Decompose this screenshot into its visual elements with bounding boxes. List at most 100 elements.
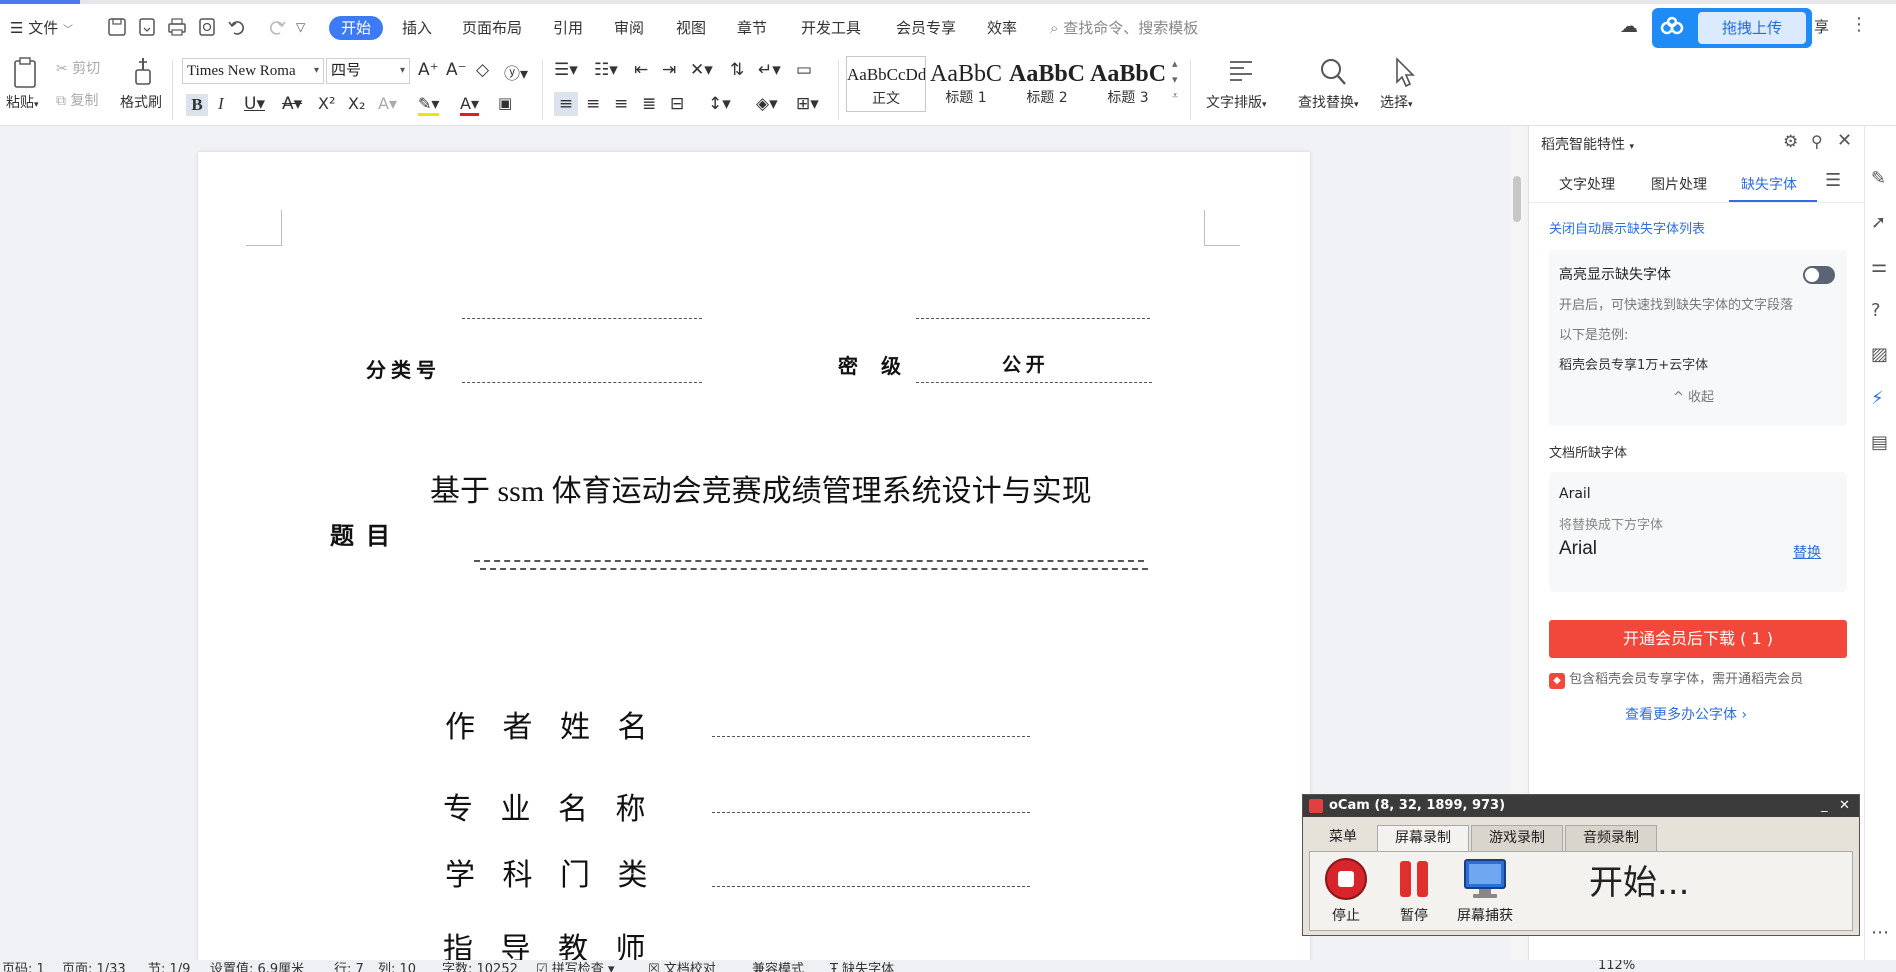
cut-button[interactable]: ✂ 剪切 xyxy=(56,58,100,78)
pin-icon[interactable]: ⚲ xyxy=(1811,132,1823,151)
tab-home[interactable]: 开始 xyxy=(329,16,384,40)
print-preview-icon[interactable] xyxy=(196,16,218,38)
print-icon[interactable] xyxy=(166,16,188,38)
close-icon[interactable]: ✕ xyxy=(1839,795,1850,817)
status-word-count[interactable]: 字数: 10252 xyxy=(442,960,518,972)
rail-more-icon[interactable]: ⋯ xyxy=(1871,922,1893,944)
select-cursor-icon[interactable] xyxy=(1390,56,1418,88)
style-heading-3[interactable]: AaBbC 标题 3 xyxy=(1090,56,1166,112)
ocam-tab-menu[interactable]: 菜单 xyxy=(1319,825,1367,851)
shading-icon[interactable]: ◈▾ xyxy=(756,94,778,114)
command-search[interactable]: ⌕ 查找命令、搜索模板 xyxy=(1050,16,1198,40)
numbered-list-icon[interactable]: ☷▾ xyxy=(594,60,618,80)
close-auto-list-link[interactable]: 关闭自动展示缺失字体列表 xyxy=(1549,218,1705,237)
decrease-indent-icon[interactable]: ⇤ xyxy=(634,60,648,80)
styles-scroll-icon[interactable]: ▴ ▾ ⩡ xyxy=(1172,56,1178,104)
pen-icon[interactable]: ✎ xyxy=(1871,168,1893,190)
tab-view[interactable]: 视图 xyxy=(676,16,706,40)
show-marks-icon[interactable]: ↵▾ xyxy=(758,60,781,80)
font-color-icon[interactable]: A▾ xyxy=(460,94,479,116)
style-heading-1[interactable]: AaBbC 标题 1 xyxy=(928,56,1004,112)
tab-page-layout[interactable]: 页面布局 xyxy=(462,16,522,40)
tab-developer[interactable]: 开发工具 xyxy=(801,16,861,40)
strikethrough-button[interactable]: A▾ xyxy=(282,94,302,114)
download-member-button[interactable]: 开通会员后下载 ( 1 ) xyxy=(1549,620,1847,658)
superscript-button[interactable]: X² xyxy=(318,94,335,113)
line-spacing-icon[interactable]: ↕▾ xyxy=(708,94,731,114)
upload-button[interactable]: 拖拽上传 xyxy=(1652,8,1812,48)
bullet-list-icon[interactable]: ☰▾ xyxy=(554,60,578,80)
replace-link[interactable]: 替换 xyxy=(1793,542,1821,562)
ocam-tab-game-record[interactable]: 游戏录制 xyxy=(1471,825,1563,851)
highlight-icon[interactable]: ✎▾ xyxy=(418,94,440,116)
tab-member[interactable]: 会员专享 xyxy=(896,16,956,40)
undo-icon[interactable] xyxy=(226,16,248,38)
format-painter-button[interactable]: 格式刷 xyxy=(120,92,162,112)
find-replace-icon[interactable] xyxy=(1318,56,1348,88)
align-left-button[interactable]: ≡ xyxy=(554,92,578,116)
zoom-level[interactable]: 112% xyxy=(1598,960,1635,972)
ocam-tab-screen-record[interactable]: 屏幕录制 xyxy=(1377,825,1469,851)
status-page-number[interactable]: 页码: 1 xyxy=(2,960,45,972)
underline-button[interactable]: U▾ xyxy=(244,94,265,114)
subscript-button[interactable]: X₂ xyxy=(348,94,365,113)
align-right-button[interactable]: ≡ xyxy=(614,94,628,114)
export-pdf-icon[interactable] xyxy=(136,16,158,38)
document-page[interactable]: 分 类 号 密 级 公 开 基于 ssm 体育运动会竞赛成绩管理系统设计与实现 … xyxy=(198,152,1310,972)
panel-menu-icon[interactable]: ☰ xyxy=(1825,170,1841,191)
font-size-combo[interactable]: 四号 ▾ xyxy=(326,58,410,84)
missing-fonts-status[interactable]: Ŧ 缺失字体 xyxy=(830,960,894,972)
minimize-icon[interactable]: _ xyxy=(1821,795,1828,817)
collapse-button[interactable]: ^ 收起 xyxy=(1673,386,1714,405)
ocam-pause-button[interactable]: 暂停 xyxy=(1391,857,1437,925)
ocam-tab-audio-record[interactable]: 音频录制 xyxy=(1565,825,1657,851)
phonetic-guide-icon[interactable]: ⓨ▾ xyxy=(504,60,528,84)
bold-button[interactable]: B xyxy=(186,94,208,116)
paste-button[interactable]: 粘贴▾ xyxy=(6,92,39,112)
text-layout-icon[interactable] xyxy=(1226,56,1256,88)
sort-icon[interactable]: ⇅ xyxy=(730,60,744,80)
shrink-font-icon[interactable]: A⁻ xyxy=(446,60,467,80)
cloud-sync-icon[interactable]: ☁ xyxy=(1620,16,1642,38)
ocam-titlebar[interactable]: oCam (8, 32, 1899, 973) _ ✕ xyxy=(1303,795,1859,817)
text-layout-button[interactable]: 文字排版▾ xyxy=(1206,92,1267,112)
select-button[interactable]: 选择▾ xyxy=(1380,92,1413,112)
tab-references[interactable]: 引用 xyxy=(553,16,583,40)
quick-access-more-icon[interactable]: ▽ xyxy=(296,16,318,38)
copy-button[interactable]: ⧉ 复制 xyxy=(56,90,98,110)
tab-text-processing[interactable]: 文字处理 xyxy=(1559,174,1615,194)
doc-proofread[interactable]: ☒ 文档校对 xyxy=(648,960,716,972)
tab-chapter[interactable]: 章节 xyxy=(737,16,767,40)
ruler-icon[interactable]: ▭ xyxy=(796,60,812,80)
spell-check-toggle[interactable]: ☑ 拼写检查 ▾ xyxy=(536,960,614,972)
more-options-icon[interactable]: ⋮ xyxy=(1850,14,1868,35)
italic-button[interactable]: I xyxy=(218,94,224,114)
redo-icon[interactable] xyxy=(266,16,288,38)
style-normal[interactable]: AaBbCcDd 正文 xyxy=(846,56,926,112)
justify-button[interactable]: ≣ xyxy=(642,94,656,114)
ocam-capture-button[interactable]: 屏幕捕获 xyxy=(1451,857,1519,925)
file-menu[interactable]: ☰ 文件 ﹀ xyxy=(10,16,73,40)
find-replace-button[interactable]: 查找替换▾ xyxy=(1298,92,1359,112)
style-heading-2[interactable]: AaBbC 标题 2 xyxy=(1006,56,1088,112)
more-fonts-link[interactable]: 查看更多办公字体 › xyxy=(1625,704,1747,724)
close-icon[interactable]: ✕ xyxy=(1837,130,1852,151)
chinese-layout-icon[interactable]: ✕▾ xyxy=(690,60,713,80)
paste-icon[interactable] xyxy=(10,56,42,90)
cursor-icon[interactable]: ➚ xyxy=(1871,212,1893,234)
format-painter-icon[interactable] xyxy=(128,56,158,88)
image-tool-icon[interactable]: ▨ xyxy=(1871,344,1893,366)
tab-review[interactable]: 审阅 xyxy=(614,16,644,40)
clear-format-icon[interactable]: ◇ xyxy=(476,60,489,80)
borders-icon[interactable]: ⊞▾ xyxy=(796,94,819,114)
increase-indent-icon[interactable]: ⇥ xyxy=(662,60,676,80)
status-page-count[interactable]: 页面: 1/33 xyxy=(62,960,126,972)
gear-icon[interactable]: ⚙ xyxy=(1783,132,1798,152)
highlight-toggle[interactable] xyxy=(1803,266,1835,284)
save-icon[interactable] xyxy=(106,16,128,38)
tab-efficiency[interactable]: 效率 xyxy=(987,16,1017,40)
font-name-combo[interactable]: Times New Roma ▾ xyxy=(182,58,324,84)
char-border-icon[interactable]: ▣ xyxy=(498,94,512,112)
distribute-button[interactable]: ⊟ xyxy=(670,94,684,114)
grow-font-icon[interactable]: A⁺ xyxy=(418,60,439,80)
